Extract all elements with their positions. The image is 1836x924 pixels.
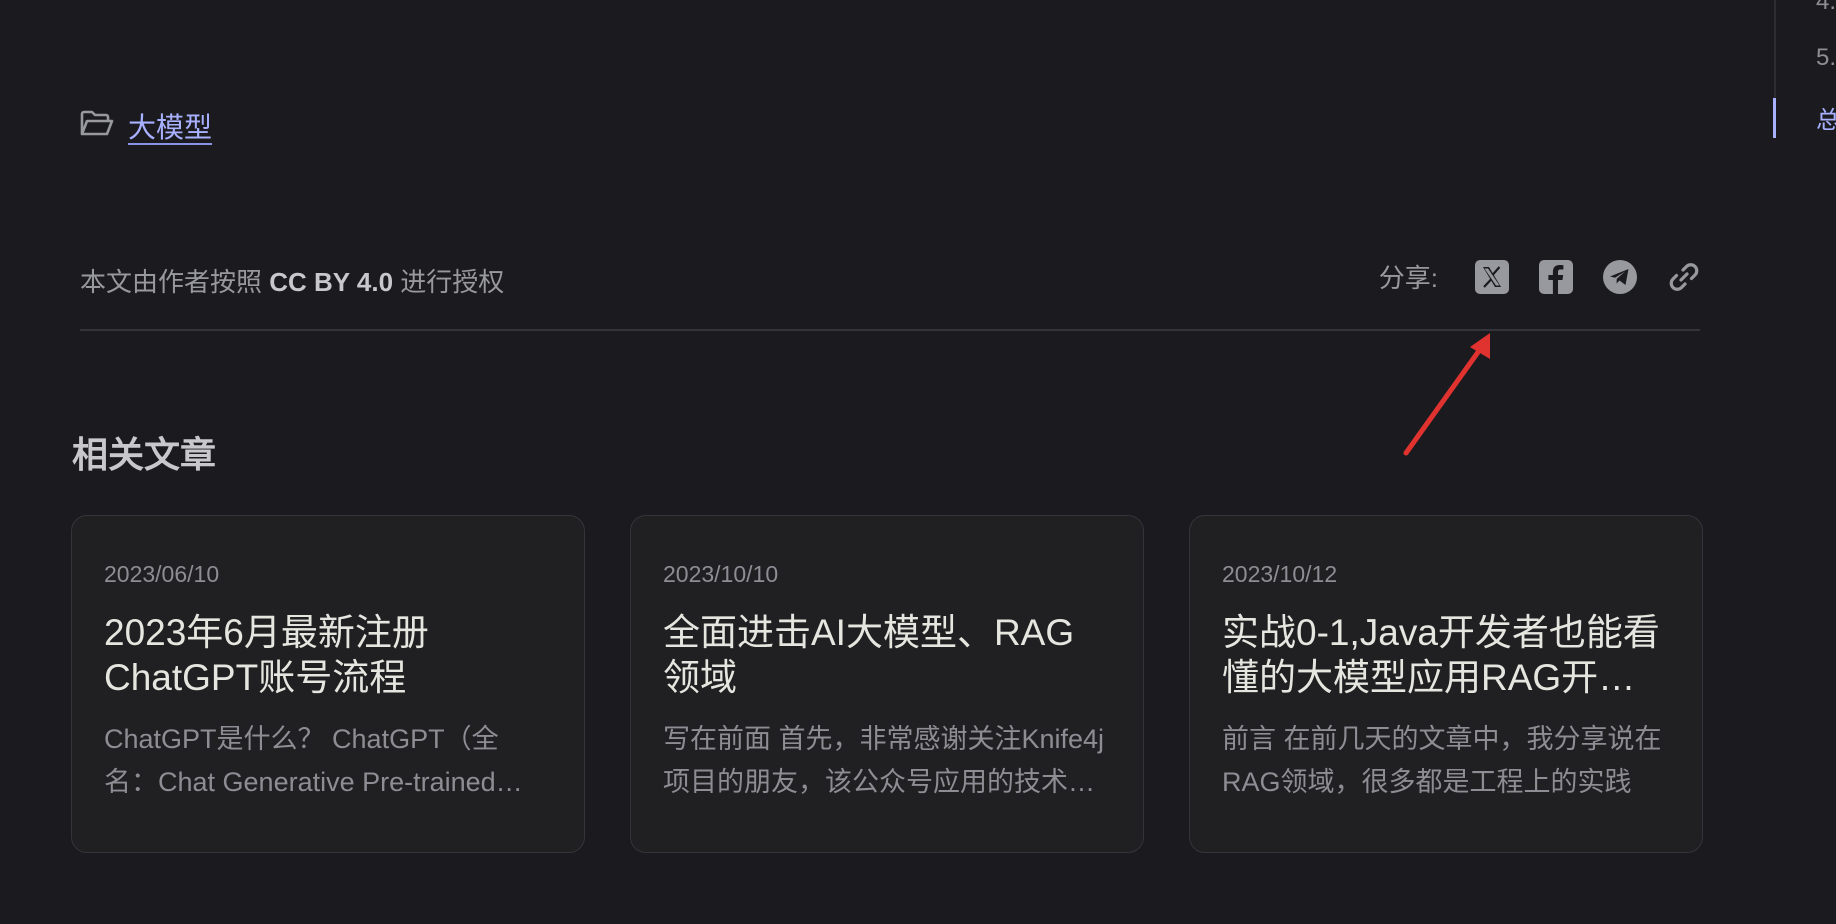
share-facebook-button[interactable]: [1538, 259, 1574, 295]
share-label: 分享:: [1378, 263, 1438, 293]
related-post-card[interactable]: 2023/06/10 2023年6月最新注册ChatGPT账号流程 ChatGP…: [71, 515, 585, 853]
license-prefix: 本文由作者按照: [80, 267, 270, 297]
x-twitter-icon: [1475, 259, 1509, 294]
toc-item-active[interactable]: 总: [1816, 100, 1836, 135]
folder-open-icon: [80, 109, 114, 144]
share-bar: 分享:: [1379, 258, 1702, 295]
post-date: 2023/10/12: [1222, 561, 1338, 587]
related-posts-heading: 相关文章: [72, 434, 217, 475]
post-excerpt: 前言 在前几天的文章中，我分享说在RAG领域，很多都是工程上的实践: [1222, 724, 1662, 797]
page: 4. 5. 总 大模型 本文由作者按照 CC BY 4.0 进行授权 分享: 相…: [0, 0, 1836, 924]
share-x-button[interactable]: [1474, 259, 1510, 295]
related-post-card[interactable]: 2023/10/12 实战0-1,Java开发者也能看懂的大模型应用RAG开发实…: [1189, 515, 1703, 853]
telegram-icon: [1603, 259, 1637, 294]
license-name: CC BY 4.0: [269, 267, 394, 297]
facebook-icon: [1539, 259, 1573, 294]
toc-active-marker: [1773, 98, 1776, 138]
post-category: 大模型: [80, 106, 212, 146]
license-text: 本文由作者按照 CC BY 4.0 进行授权: [80, 262, 504, 299]
post-title: 2023年6月最新注册ChatGPT账号流程: [104, 612, 429, 698]
share-telegram-button[interactable]: [1602, 259, 1638, 295]
toc-item[interactable]: 5.: [1816, 44, 1836, 72]
annotation-arrow-icon: [1403, 333, 1490, 456]
related-posts-list: 2023/06/10 2023年6月最新注册ChatGPT账号流程 ChatGP…: [71, 515, 1703, 853]
post-title: 实战0-1,Java开发者也能看懂的大模型应用RAG开发实践: [1222, 612, 1660, 698]
share-copy-link-button[interactable]: [1666, 259, 1702, 295]
category-link[interactable]: 大模型: [128, 106, 212, 146]
post-excerpt: 写在前面 首先，非常感谢关注Knife4j项目的朋友，该公众号应用的技术方向: [663, 724, 1105, 797]
link-icon: [1669, 262, 1699, 291]
related-post-card[interactable]: 2023/10/10 全面进击AI大模型、RAG领域 写在前面 首先，非常感谢关…: [630, 515, 1144, 853]
post-title: 全面进击AI大模型、RAG领域: [663, 612, 1075, 698]
post-date: 2023/10/10: [663, 561, 779, 587]
post-date: 2023/06/10: [104, 561, 220, 587]
post-excerpt: ChatGPT是什么？ ChatGPT（全名：Chat Generative P…: [104, 724, 499, 797]
toc-item[interactable]: 4.: [1816, 0, 1836, 16]
license-suffix: 进行授权: [393, 267, 505, 297]
